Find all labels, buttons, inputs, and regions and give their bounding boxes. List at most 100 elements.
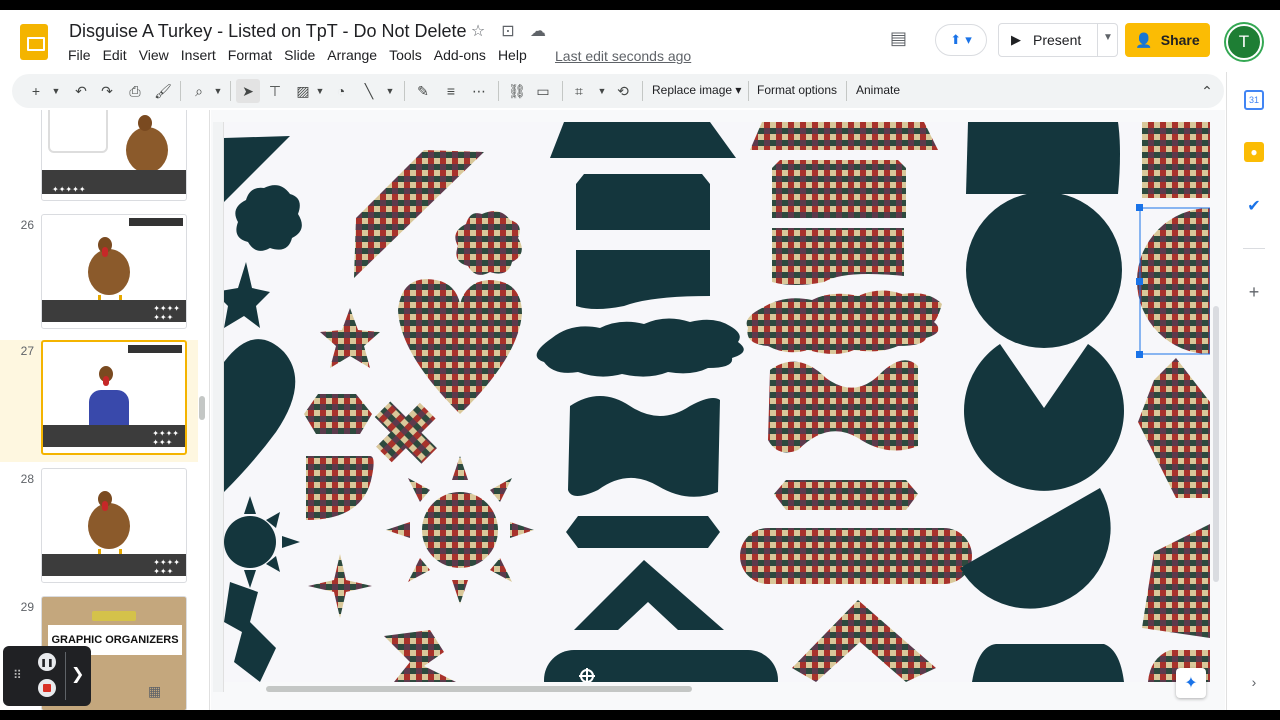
filmstrip-scrollbar[interactable] xyxy=(199,396,205,420)
shape-icon[interactable]: ◔ xyxy=(330,79,352,103)
link-icon[interactable]: ⛓ xyxy=(506,79,528,103)
plaid-wedge-shape[interactable] xyxy=(1142,524,1210,638)
grid-view-icon[interactable]: ▦ xyxy=(148,683,161,700)
plaid-half-circle-selected-shape[interactable] xyxy=(1137,208,1210,354)
border-color-icon[interactable]: ✎ xyxy=(412,79,434,103)
move-folder-icon[interactable]: ⊡ xyxy=(498,21,518,41)
crop-icon[interactable]: ⌗ xyxy=(568,79,590,103)
format-options-button[interactable]: Format options xyxy=(757,83,837,97)
new-slide-icon[interactable]: + xyxy=(26,79,46,103)
paint-format-icon[interactable]: 🖌 xyxy=(152,79,174,103)
plaid-long-cloud-shape[interactable] xyxy=(746,290,942,354)
collapse-toolbar-chevron-icon[interactable]: ⌃ xyxy=(1196,79,1218,103)
text-box-icon[interactable]: ⊤ xyxy=(264,79,286,103)
pause-icon[interactable]: ❚❚ xyxy=(38,653,56,671)
drag-handle-icon[interactable]: ⠿ xyxy=(13,668,22,682)
plaid-wave-flag-shape[interactable] xyxy=(768,360,918,453)
plaid-sun-shape[interactable] xyxy=(386,456,534,604)
menu-addons[interactable]: Add-ons xyxy=(434,47,494,63)
document-title[interactable]: Disguise A Turkey - Listed on TpT - Do N… xyxy=(69,21,467,42)
plaid-trapezoid-shape[interactable] xyxy=(750,122,938,150)
plaid-star-shape[interactable] xyxy=(320,308,380,368)
undo-icon[interactable]: ↶ xyxy=(70,79,92,103)
dark-wavy-banner-shape[interactable] xyxy=(576,250,710,309)
slide-thumbnail-row[interactable]: 26 ✦✦✦✦ ✦✦✦ xyxy=(0,214,198,336)
expand-side-panel-chevron-icon[interactable]: › xyxy=(1244,672,1264,692)
tasks-icon[interactable]: ✔ xyxy=(1244,196,1264,216)
plaid-chevron-shape[interactable] xyxy=(792,600,936,682)
slide-canvas[interactable] xyxy=(224,122,1210,682)
dark-pill-shape[interactable] xyxy=(544,650,778,682)
menu-view[interactable]: View xyxy=(139,47,177,63)
zoom-icon[interactable]: ⌕ xyxy=(188,79,210,103)
star-icon[interactable]: ☆ xyxy=(468,21,488,41)
border-weight-icon[interactable]: ≡ xyxy=(440,79,462,103)
dark-chevron-shape[interactable] xyxy=(574,560,724,630)
cloud-saved-icon[interactable]: ☁ xyxy=(528,21,548,41)
dark-semicircle-tab-shape[interactable] xyxy=(972,644,1124,682)
keep-icon[interactable]: ● xyxy=(1244,142,1264,162)
insert-image-chevron-icon[interactable]: ▼ xyxy=(314,79,326,103)
dark-long-cloud-shape[interactable] xyxy=(536,318,744,377)
add-comment-icon[interactable]: ▭ xyxy=(532,79,554,103)
dark-heart-shape[interactable] xyxy=(224,339,296,492)
zoom-chevron-icon[interactable]: ▼ xyxy=(212,79,224,103)
plaid-teardrop-shape[interactable] xyxy=(306,456,374,520)
dark-cloud-shape[interactable] xyxy=(235,185,302,251)
menu-file[interactable]: File xyxy=(68,47,99,63)
dark-half-circle-shape[interactable] xyxy=(960,488,1111,609)
dark-circle-shape[interactable] xyxy=(966,192,1122,348)
slide-thumbnail[interactable]: ✦✦✦✦ ✦✦✦ xyxy=(41,214,187,329)
plaid-lightning-shape[interactable] xyxy=(384,630,456,682)
dark-lightning-shape[interactable] xyxy=(224,582,276,682)
add-addon-icon[interactable]: + xyxy=(1244,282,1264,302)
reset-image-icon[interactable]: ⟲ xyxy=(612,79,634,103)
print-icon[interactable]: ⎙ xyxy=(124,79,146,103)
avatar[interactable]: T xyxy=(1226,24,1262,60)
slide-thumbnail-row[interactable]: 28 ✦✦✦✦ ✦✦✦ xyxy=(0,468,198,590)
border-dash-icon[interactable]: ⋯ xyxy=(468,79,490,103)
chevron-right-icon[interactable]: ❯ xyxy=(71,664,84,684)
menu-format[interactable]: Format xyxy=(228,47,280,63)
slide-thumbnail-row-selected[interactable]: 27 ✦✦✦✦ ✦✦✦ xyxy=(0,340,198,462)
stop-recording-icon[interactable] xyxy=(38,679,56,697)
new-slide-layout-chevron-icon[interactable]: ▼ xyxy=(50,79,62,103)
line-icon[interactable]: ╲ xyxy=(358,79,380,103)
slide-thumbnail[interactable]: ✦✦✦✦ ✦✦✦ xyxy=(41,340,187,455)
slide-thumbnail[interactable]: ✦✦✦✦✦ xyxy=(41,110,187,201)
menu-tools[interactable]: Tools xyxy=(389,47,430,63)
animate-button[interactable]: Animate xyxy=(856,83,900,97)
dark-tag-shape[interactable] xyxy=(576,174,710,230)
plaid-square-shape[interactable] xyxy=(1142,122,1210,198)
present-options-chevron-icon[interactable]: ▼ xyxy=(1103,32,1113,43)
redo-icon[interactable]: ↷ xyxy=(96,79,118,103)
menu-insert[interactable]: Insert xyxy=(181,47,224,63)
dark-rounded-rect-shape[interactable] xyxy=(966,122,1120,194)
dark-wave-flag-shape[interactable] xyxy=(568,396,720,497)
plaid-wavy-banner-shape[interactable] xyxy=(772,228,904,285)
line-chevron-icon[interactable]: ▼ xyxy=(384,79,396,103)
share-button[interactable]: 👤 Share xyxy=(1125,23,1210,57)
horizontal-scrollbar[interactable] xyxy=(266,686,692,692)
plaid-heart-shape[interactable] xyxy=(398,279,522,414)
plaid-pill-shape[interactable] xyxy=(740,528,972,584)
slides-logo-icon[interactable] xyxy=(20,24,48,60)
slide-thumbnail[interactable]: ✦✦✦✦ ✦✦✦ xyxy=(41,468,187,583)
plaid-leaf-shape[interactable] xyxy=(1138,358,1210,498)
select-cursor-icon[interactable]: ➤ xyxy=(236,79,260,103)
replace-image-button[interactable]: Replace image ▾ xyxy=(652,83,741,97)
dark-ribbon-tag-shape[interactable] xyxy=(566,516,720,548)
comment-history-icon[interactable]: ▤ xyxy=(890,28,916,50)
calendar-icon[interactable]: 31 xyxy=(1244,90,1264,110)
menu-arrange[interactable]: Arrange xyxy=(327,47,385,63)
menu-slide[interactable]: Slide xyxy=(284,47,323,63)
dark-sun-shape[interactable] xyxy=(224,496,300,588)
slide-thumbnail-row[interactable]: ✦✦✦✦✦ xyxy=(0,110,198,208)
explore-icon[interactable]: ✦ xyxy=(1176,668,1206,698)
plaid-pentagon-shape[interactable] xyxy=(304,394,372,434)
plaid-x-shape[interactable] xyxy=(361,387,452,478)
present-button[interactable]: ▶ Present ▼ xyxy=(998,23,1118,57)
menu-help[interactable]: Help xyxy=(498,47,535,63)
last-edit-link[interactable]: Last edit seconds ago xyxy=(555,48,691,64)
dark-pacman-shape[interactable] xyxy=(964,344,1124,491)
